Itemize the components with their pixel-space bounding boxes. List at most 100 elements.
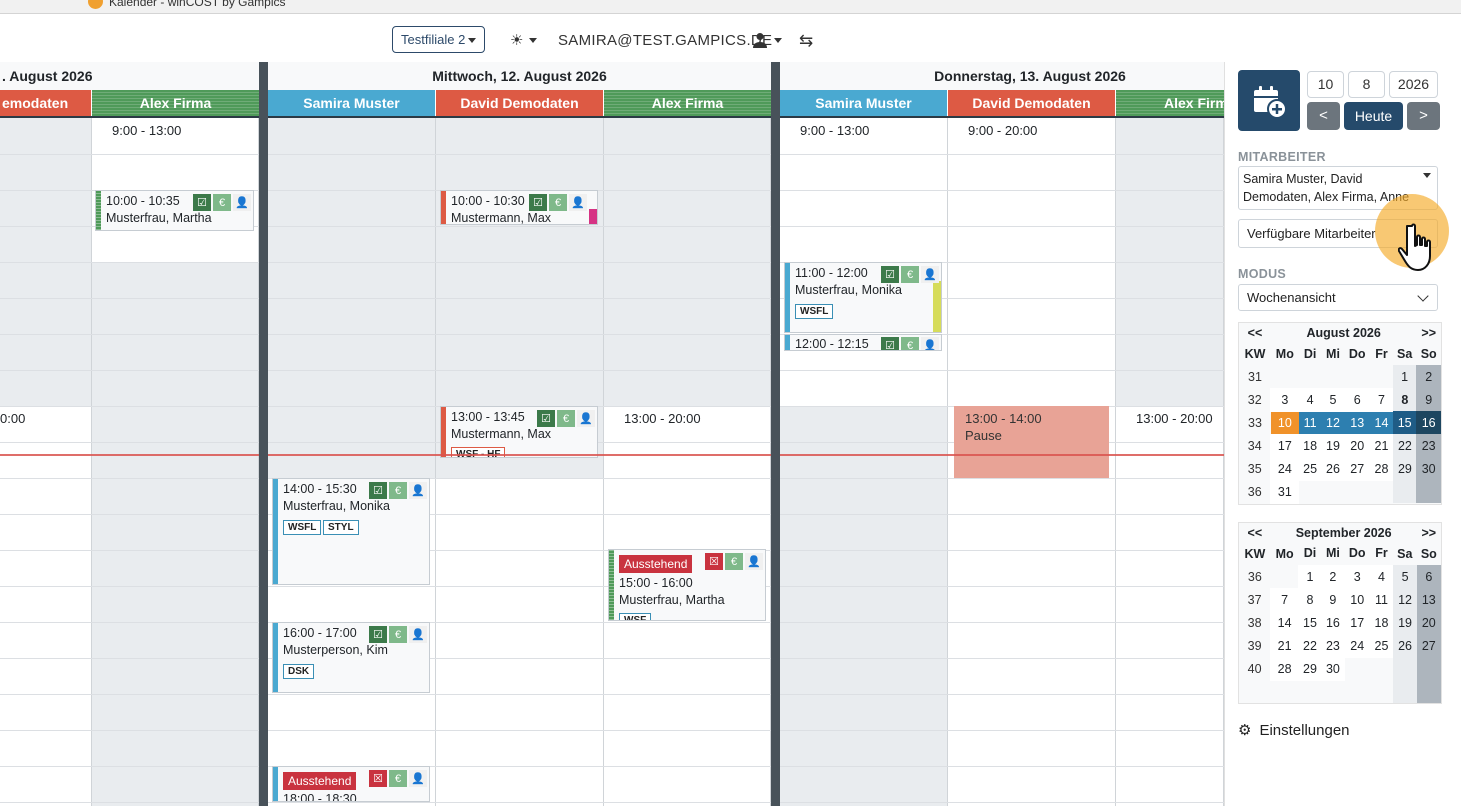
week-number[interactable]: 33 [1239,411,1271,434]
day-cell[interactable]: 4 [1298,387,1323,412]
day-cell[interactable]: 15 [1392,411,1417,434]
day-cell[interactable]: 25 [1298,456,1323,481]
day-cell[interactable]: 7 [1270,587,1299,612]
day-cell[interactable]: 10 [1343,587,1371,612]
week-number[interactable]: 39 [1239,634,1271,657]
day-cell[interactable]: 6 [1343,387,1371,412]
day-cell[interactable]: 25 [1369,633,1394,658]
day-cell[interactable]: 13 [1416,588,1441,611]
day-cell[interactable]: 8 [1392,388,1417,411]
day-cell[interactable]: 19 [1321,433,1345,458]
day-cell[interactable]: 5 [1321,387,1345,412]
appointment-card[interactable]: 11:00 - 12:00 Musterfrau, Monika WSFL ☑ €… [784,262,942,333]
day-cell[interactable]: 7 [1369,387,1394,412]
filiale-dropdown[interactable]: Testfiliale 2 [392,26,486,53]
day-cell[interactable]: 14 [1370,411,1393,434]
swap-icon[interactable]: ⇆ [799,31,813,51]
day-cell[interactable]: 29 [1392,457,1417,480]
day-cell[interactable]: 16 [1416,411,1441,434]
day-cell[interactable]: 24 [1343,633,1371,658]
week-number[interactable]: 31 [1239,365,1271,388]
day-cell[interactable]: 30 [1416,457,1441,480]
week-number[interactable] [1239,680,1271,703]
day-cell[interactable]: 23 [1416,434,1441,457]
day-cell[interactable]: 3 [1270,387,1300,412]
day-cell[interactable]: 16 [1320,610,1345,635]
day-cell[interactable]: 1 [1392,365,1417,388]
week-number[interactable]: 40 [1239,657,1271,680]
day-cell[interactable]: 22 [1392,434,1417,457]
new-appointment-button[interactable] [1238,70,1300,131]
day-cell[interactable]: 9 [1416,388,1441,411]
appointment-card[interactable]: 16:00 - 17:00 Musterperson, Kim DSK ☑ € 👤 [272,622,430,693]
day-cell[interactable]: 14 [1270,610,1299,635]
day-cell[interactable]: 11 [1369,587,1394,612]
day-cell[interactable]: 15 [1298,610,1322,635]
available-block[interactable] [0,406,92,806]
day-cell[interactable]: 6 [1416,565,1441,588]
day-cell[interactable]: 27 [1416,634,1441,657]
today-button[interactable]: Heute [1344,102,1403,130]
day-cell[interactable]: 26 [1321,456,1345,481]
next-month-button[interactable]: >> [1416,323,1441,342]
appointment-card[interactable]: 10:00 - 10:35 Musterfrau, Martha ☑ € 👤 [95,190,254,231]
day-cell[interactable]: 11 [1298,411,1322,434]
week-number[interactable]: 38 [1239,611,1271,634]
day-cell[interactable]: 17 [1343,610,1371,635]
appointment-card[interactable]: 10:00 - 10:30 Mustermann, Max ☑ € 👤 [440,190,598,225]
day-cell[interactable]: 13 [1344,411,1371,434]
day-cell[interactable]: 17 [1270,433,1300,458]
day-cell[interactable]: 26 [1392,634,1417,657]
next-month-button[interactable]: >> [1417,523,1441,542]
day-cell[interactable]: 31 [1270,479,1300,504]
prev-month-button[interactable]: << [1239,523,1271,542]
day-cell[interactable]: 4 [1369,564,1394,589]
week-number[interactable]: 37 [1239,588,1271,611]
day-cell[interactable]: 12 [1392,588,1417,611]
day-cell[interactable]: 1 [1298,564,1322,589]
week-number[interactable]: 36 [1239,480,1271,503]
prev-week-button[interactable]: < [1307,102,1340,130]
sun-icon[interactable]: ☀ [510,31,523,49]
day-cell[interactable]: 21 [1369,433,1394,458]
week-number[interactable]: 34 [1239,434,1271,457]
week-number[interactable]: 35 [1239,457,1271,480]
day-cell[interactable]: 2 [1416,365,1441,388]
month-input[interactable]: 8 [1348,71,1385,98]
appointment-card[interactable]: Ausstehend 18:00 - 18:30 ☒ € 👤 [272,766,430,802]
appointment-card[interactable]: 12:00 - 12:15 ☑ € 👤 [784,334,942,351]
day-cell[interactable]: 22 [1298,633,1322,658]
modus-select[interactable]: Wochenansicht [1238,284,1438,311]
next-week-button[interactable]: > [1407,102,1440,130]
appointment-card[interactable]: Ausstehend 15:00 - 16:00 Musterfrau, Mar… [608,549,766,621]
available-block[interactable] [1116,406,1224,806]
day-cell[interactable]: 12 [1321,411,1345,434]
day-input[interactable]: 10 [1307,71,1344,98]
day-cell[interactable]: 2 [1320,564,1345,589]
appointment-card[interactable]: 14:00 - 15:30 Musterfrau, Monika WSFL ST… [272,478,430,585]
week-number[interactable]: 36 [1239,565,1271,588]
day-cell[interactable]: 8 [1298,587,1322,612]
day-cell[interactable]: 3 [1343,564,1371,589]
theme-caret-icon[interactable] [529,38,537,43]
prev-month-button[interactable]: << [1239,323,1271,342]
user-icon[interactable] [752,32,768,48]
pause-block[interactable]: 13:00 - 14:00 Pause [954,406,1109,478]
day-cell[interactable]: 24 [1270,456,1300,481]
day-cell[interactable]: 27 [1343,456,1371,481]
day-cell[interactable]: 20 [1416,611,1441,634]
day-cell[interactable]: 10 [1270,411,1299,434]
appointment-card[interactable]: 13:00 - 13:45 Mustermann, Max WSF - HF ☑… [440,406,598,458]
day-cell[interactable]: 21 [1270,633,1299,658]
day-cell[interactable]: 18 [1369,610,1394,635]
day-cell[interactable]: 28 [1270,656,1299,681]
day-cell[interactable]: 29 [1298,656,1322,681]
week-number[interactable]: 32 [1239,388,1271,411]
user-email[interactable]: SAMIRA@TEST.GAMPICS.DE [558,32,772,49]
day-cell[interactable]: 23 [1320,633,1345,658]
year-input[interactable]: 2026 [1389,71,1438,98]
settings-link[interactable]: ⚙ Einstellungen [1238,721,1350,739]
day-cell[interactable]: 19 [1392,611,1417,634]
day-cell[interactable]: 30 [1320,656,1345,681]
day-cell[interactable]: 18 [1298,433,1323,458]
